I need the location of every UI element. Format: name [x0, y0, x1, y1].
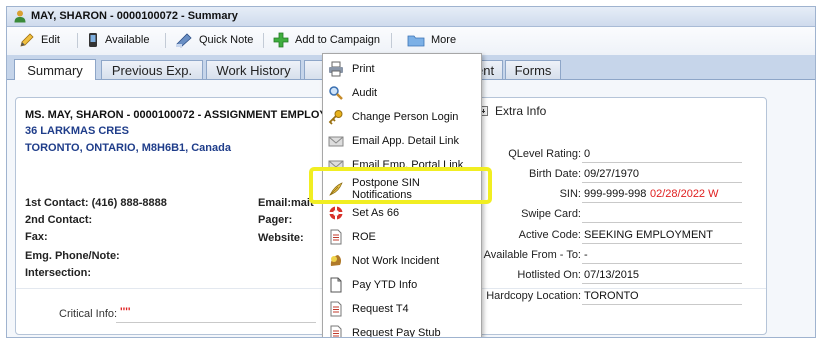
address-line-1: 36 LARKMAS CRES — [25, 125, 129, 137]
hardcopy-location-value: TORONTO — [584, 290, 639, 302]
birth-date-value: 09/27/1970 — [584, 168, 640, 180]
menu-item-request-t4[interactable]: Request T4 — [323, 298, 481, 320]
critical-info-underline — [116, 322, 316, 323]
menu-item-email-app-detail-link[interactable]: Email App. Detail Link — [323, 130, 481, 152]
critical-info-label: Critical Info: — [59, 308, 118, 320]
phone-icon — [89, 33, 97, 47]
field-underline — [582, 283, 742, 284]
address-line-2: TORONTO, ONTARIO, M8H6B1, Canada — [25, 142, 231, 154]
employee-header: MS. MAY, SHARON - 0000100072 - ASSIGNMEN… — [25, 109, 335, 121]
sin-value: 999-999-998 — [584, 188, 647, 200]
magnifier-icon — [328, 85, 344, 101]
menu-item-label: ROE — [352, 231, 376, 243]
document-icon — [328, 229, 344, 245]
more-label: More — [431, 34, 457, 46]
field-underline — [582, 263, 742, 264]
menu-item-label: Request Pay Stub — [352, 327, 441, 338]
add-to-campaign-label: Add to Campaign — [295, 34, 380, 46]
tab-summary[interactable]: Summary — [14, 59, 96, 80]
toolbar: Edit Available Quick Note Add to Campaig… — [7, 27, 815, 55]
more-button[interactable]: More — [407, 30, 456, 50]
active-code-value: SEEKING EMPLOYMENT — [584, 229, 713, 241]
menu-item-label: Change Person Login — [352, 111, 459, 123]
menu-item-label: Set As 66 — [352, 207, 400, 219]
menu-item-change-person-login[interactable]: Change Person Login — [323, 106, 481, 128]
app-window: MAY, SHARON - 0000100072 - Summary Edit … — [6, 6, 816, 338]
menu-item-pay-ytd-info[interactable]: Pay YTD Info — [323, 274, 481, 296]
menu-item-label: Request T4 — [352, 303, 409, 315]
tab-previous-exp[interactable]: Previous Exp. — [101, 60, 203, 79]
available-button[interactable]: Available — [87, 30, 149, 50]
hazard-icon — [328, 253, 344, 269]
edit-button[interactable]: Edit — [19, 30, 60, 50]
window-title: MAY, SHARON - 0000100072 - Summary — [31, 10, 238, 22]
tab-hidden[interactable] — [304, 60, 324, 79]
menu-item-audit[interactable]: Audit — [323, 82, 481, 104]
plus-icon — [273, 32, 289, 48]
field-underline — [582, 243, 742, 244]
toolbar-divider — [165, 33, 166, 48]
document-icon — [328, 325, 344, 337]
menu-item-label: Audit — [352, 87, 378, 99]
envelope-icon — [328, 133, 344, 149]
menu-item-set-as-66[interactable]: Set As 66 — [323, 202, 481, 224]
menu-item-roe[interactable]: ROE — [323, 226, 481, 248]
pager-label: Pager: — [258, 214, 293, 226]
second-contact: 2nd Contact: — [25, 214, 93, 226]
field-underline — [582, 162, 742, 163]
menu-item-print[interactable]: Print — [323, 58, 481, 80]
pencil-icon — [20, 33, 34, 47]
first-contact: 1st Contact: (416) 888-8888 — [25, 197, 167, 209]
menu-item-label: Not Work Incident — [352, 255, 440, 267]
critical-info-value: '''' — [120, 306, 131, 318]
title-bar: MAY, SHARON - 0000100072 - Summary — [7, 7, 815, 27]
emergency-phone-label: Emg. Phone/Note: — [25, 250, 120, 262]
toolbar-divider — [391, 33, 392, 48]
lifebuoy-icon — [328, 205, 344, 221]
annotation-highlight-box — [309, 167, 492, 204]
menu-item-request-pay-stub[interactable]: Request Pay Stub — [323, 322, 481, 338]
toolbar-divider — [77, 33, 78, 48]
email-label: Email:mait — [258, 197, 314, 209]
website-label: Website: — [258, 232, 304, 244]
hotlisted-on-value: 07/13/2015 — [584, 269, 640, 281]
fax-label: Fax: — [25, 231, 48, 243]
document-icon — [328, 301, 344, 317]
person-icon — [13, 9, 27, 23]
menu-item-not-work-incident[interactable]: Not Work Incident — [323, 250, 481, 272]
quick-note-button[interactable]: Quick Note — [175, 30, 253, 50]
toolbar-divider — [263, 33, 264, 48]
available-label: Available — [105, 34, 150, 46]
menu-item-label: Print — [352, 63, 375, 75]
note-icon — [176, 33, 192, 48]
tab-forms[interactable]: Forms — [505, 60, 561, 79]
tab-work-history[interactable]: Work History — [206, 60, 301, 79]
available-from-to-value: - — [584, 249, 588, 261]
field-underline — [582, 222, 742, 223]
menu-item-label: Email App. Detail Link — [352, 135, 459, 147]
add-to-campaign-button[interactable]: Add to Campaign — [273, 30, 380, 50]
qlevel-rating-value: 0 — [584, 148, 591, 160]
field-underline — [582, 182, 742, 183]
field-underline — [582, 202, 742, 203]
printer-icon — [328, 61, 344, 77]
intersection-label: Intersection: — [25, 267, 92, 279]
extra-info-title: Extra Info — [495, 104, 547, 118]
field-underline — [582, 304, 742, 305]
quick-note-label: Quick Note — [199, 34, 254, 46]
edit-label: Edit — [41, 34, 60, 46]
sin-expiry: 02/28/2022 W — [650, 188, 719, 200]
blank-page-icon — [328, 277, 344, 293]
menu-item-label: Pay YTD Info — [352, 279, 418, 291]
key-icon — [328, 109, 344, 125]
folder-icon — [407, 35, 425, 47]
